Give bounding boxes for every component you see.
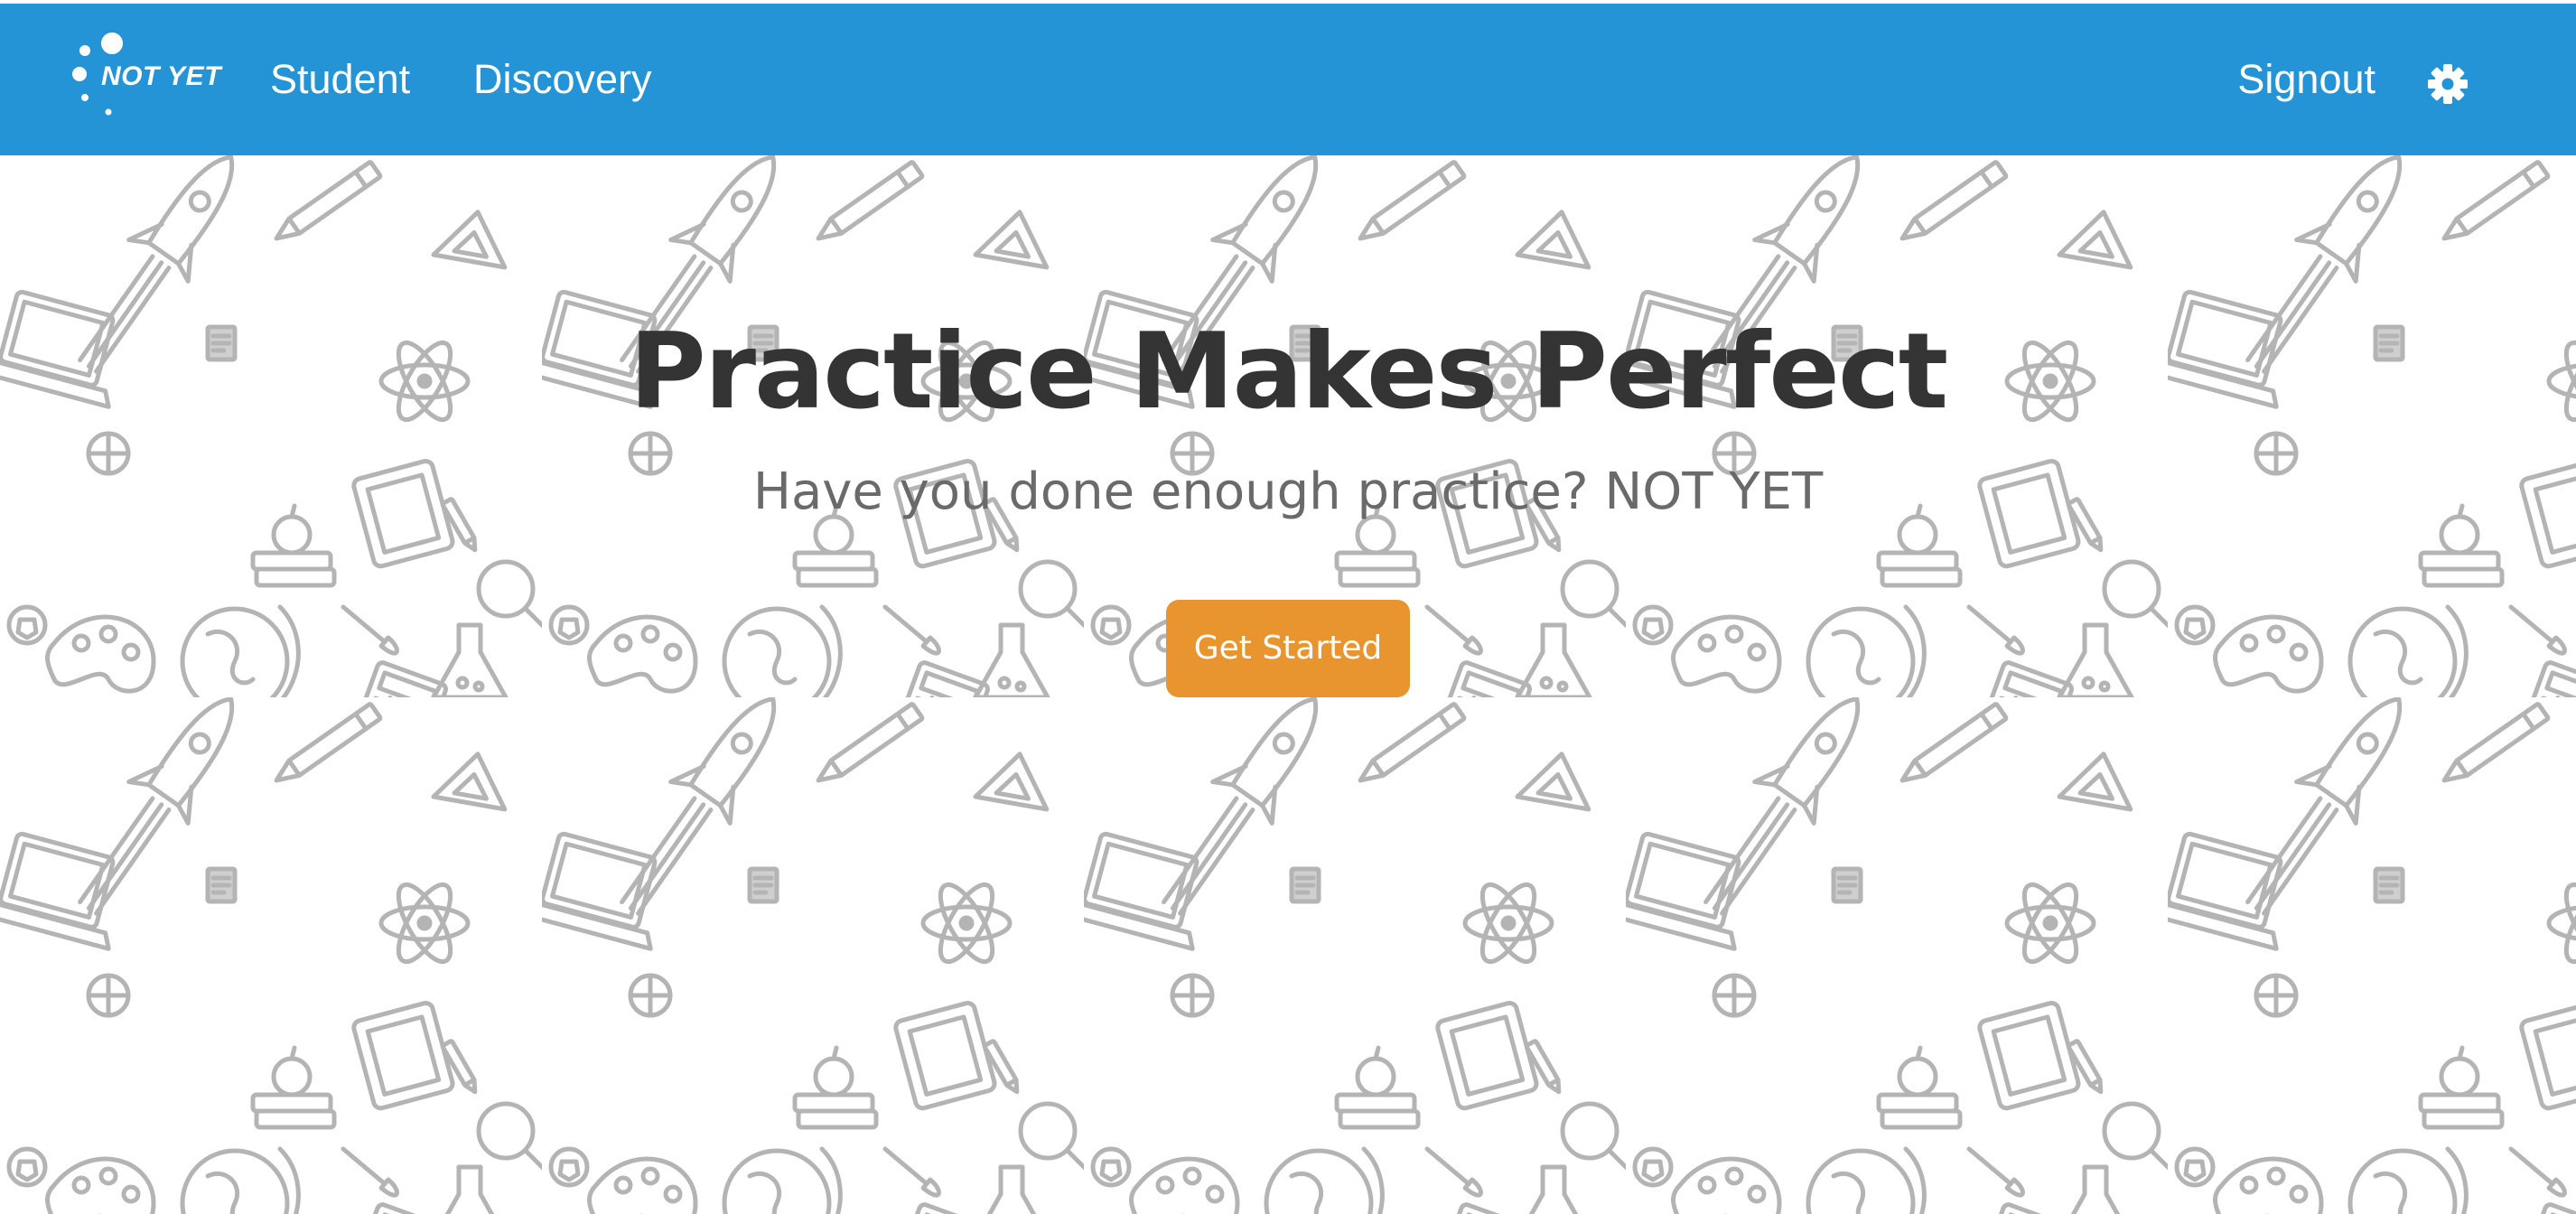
nav-link-student[interactable]: Student: [270, 52, 410, 107]
hero-section: Practice Makes Perfect Have you done eno…: [0, 155, 2576, 1214]
signout-link[interactable]: Signout: [2237, 52, 2375, 107]
get-started-button[interactable]: Get Started: [1166, 600, 1410, 697]
settings-button[interactable]: [2426, 62, 2469, 106]
hero-content: Practice Makes Perfect Have you done eno…: [0, 155, 2576, 1214]
nav-link-discovery[interactable]: Discovery: [473, 52, 652, 107]
hero-subtitle: Have you done enough practice? NOT YET: [752, 462, 1824, 521]
brand-text: NOT YET: [101, 61, 221, 91]
top-navbar: NOT YET Student Discovery Signout: [0, 0, 2576, 155]
gear-icon: [2428, 64, 2468, 104]
hero-title: Practice Makes Perfect: [629, 311, 1948, 433]
brand-logo[interactable]: NOT YET: [70, 29, 233, 123]
